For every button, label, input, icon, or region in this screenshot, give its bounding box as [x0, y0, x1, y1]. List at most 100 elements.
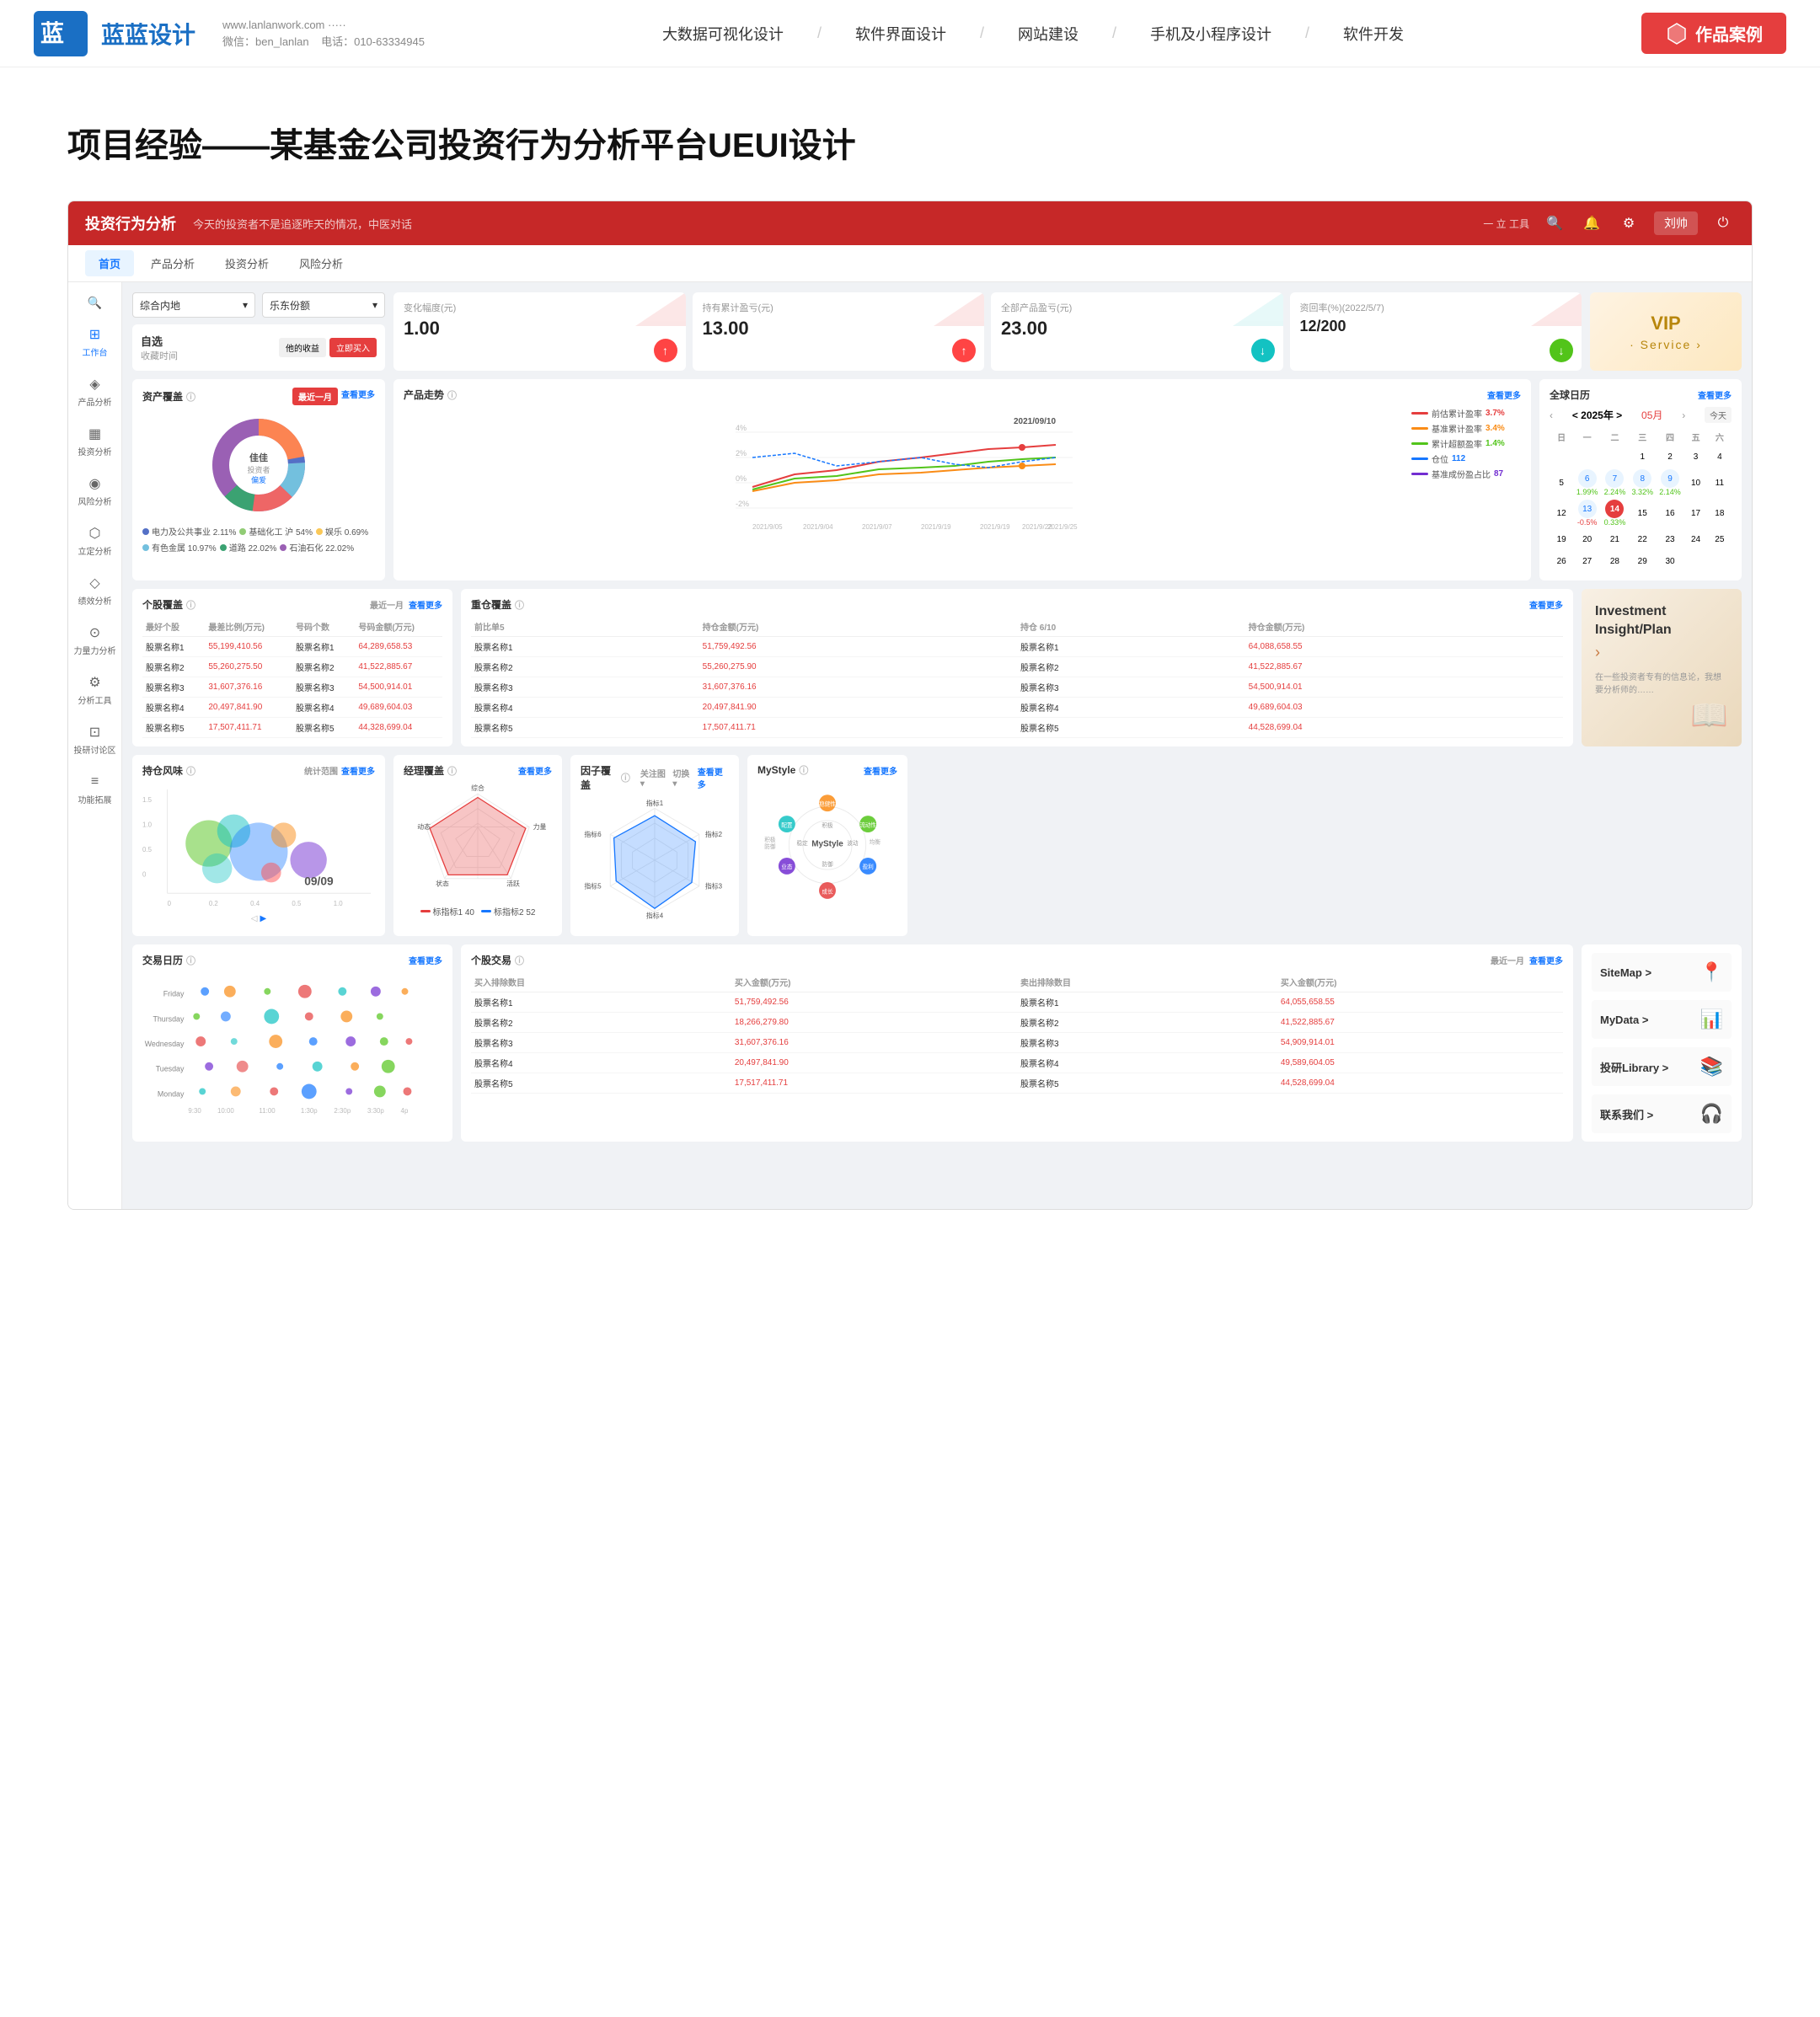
- asset-filter-month[interactable]: 最近一月: [292, 388, 338, 405]
- cal-day[interactable]: 61.99%: [1573, 468, 1601, 498]
- cal-day[interactable]: 25: [1708, 528, 1732, 550]
- cal-day[interactable]: 11: [1708, 468, 1732, 498]
- sidebar-item-invest[interactable]: ▦ 投资分析: [68, 418, 121, 464]
- link-item-0[interactable]: SiteMap > 📍: [1592, 953, 1732, 992]
- nav-item-dev[interactable]: 软件开发: [1343, 23, 1404, 45]
- sidebar-item-forum[interactable]: ⊡ 投研讨论区: [68, 716, 121, 762]
- trades-filter[interactable]: 最近一月: [1491, 954, 1524, 966]
- search-icon[interactable]: 🔍: [1543, 211, 1566, 235]
- trades-row[interactable]: 股票名称517,517,411.71股票名称544,528,699.04: [471, 1073, 1563, 1094]
- individual-row[interactable]: 股票名称255,260,275.50股票名称241,522,885.67: [142, 657, 442, 677]
- individual-more[interactable]: 查看更多: [409, 598, 442, 611]
- cal-day[interactable]: 140.33%: [1601, 498, 1629, 528]
- manager-row[interactable]: 股票名称255,260,275.90股票名称241,522,885.67: [471, 657, 1563, 677]
- cal-day[interactable]: 72.24%: [1601, 468, 1629, 498]
- sidebar-item-tools[interactable]: ⚙ 分析工具: [68, 666, 121, 713]
- scatter-more[interactable]: 查看更多: [409, 954, 442, 966]
- bubble-filter[interactable]: 统计范围: [304, 764, 338, 777]
- cal-day[interactable]: 3: [1684, 446, 1707, 468]
- cal-prev[interactable]: ‹: [1550, 409, 1553, 421]
- cal-day[interactable]: 12: [1550, 498, 1573, 528]
- cal-day[interactable]: 22: [1629, 528, 1657, 550]
- manager-row[interactable]: 股票名称517,507,411.71股票名称544,528,699.04: [471, 718, 1563, 738]
- sidebar-item-risk[interactable]: ◉ 风险分析: [68, 468, 121, 514]
- sidebar-item-workbench[interactable]: ⊞ 工作台: [68, 318, 121, 365]
- bubble-more[interactable]: 查看更多: [341, 764, 375, 777]
- trades-row[interactable]: 股票名称218,266,279.80股票名称241,522,885.67: [471, 1013, 1563, 1033]
- individual-row[interactable]: 股票名称517,507,411.71股票名称544,328,699.04: [142, 718, 442, 738]
- cal-day[interactable]: 30: [1657, 550, 1684, 572]
- cal-day[interactable]: 1: [1629, 446, 1657, 468]
- cal-today-btn[interactable]: 今天: [1705, 407, 1732, 423]
- link-item-2[interactable]: 投研Library > 📚: [1592, 1047, 1732, 1086]
- cal-day[interactable]: 83.32%: [1629, 468, 1657, 498]
- link-item-1[interactable]: MyData > 📊: [1592, 1000, 1732, 1039]
- product-more[interactable]: 查看更多: [1487, 388, 1521, 401]
- sidebar-item-power[interactable]: ⊙ 力量力分析: [68, 617, 121, 663]
- cal-day[interactable]: 21: [1601, 528, 1629, 550]
- manager-row[interactable]: 股票名称420,497,841.90股票名称449,689,604.03: [471, 698, 1563, 718]
- insight-card[interactable]: InvestmentInsight/Plan › 在一些投资者专有的信息论，我想…: [1582, 589, 1742, 746]
- trades-more[interactable]: 查看更多: [1529, 954, 1563, 966]
- trades-row[interactable]: 股票名称331,607,376.16股票名称354,909,914.01: [471, 1033, 1563, 1053]
- sidebar-item-expand[interactable]: ≡ 功能拓展: [68, 766, 121, 812]
- trades-row[interactable]: 股票名称420,497,841.90股票名称449,589,604.05: [471, 1053, 1563, 1073]
- calendar-more[interactable]: 查看更多: [1698, 388, 1732, 401]
- cal-day[interactable]: 15: [1629, 498, 1657, 528]
- radar1-more[interactable]: 查看更多: [518, 764, 552, 777]
- cal-day[interactable]: 20: [1573, 528, 1601, 550]
- manager-row[interactable]: 股票名称151,759,492.56股票名称164,088,658.55: [471, 637, 1563, 657]
- overview-buy-btn[interactable]: 立即买入: [329, 338, 377, 357]
- cal-day[interactable]: 5: [1550, 468, 1573, 498]
- manager-more[interactable]: 查看更多: [1529, 598, 1563, 611]
- cal-day[interactable]: 28: [1601, 550, 1629, 572]
- select-fund[interactable]: 乐东份额 ▾: [262, 292, 385, 318]
- nav-item-bigdata[interactable]: 大数据可视化设计: [662, 23, 784, 45]
- sidebar-search[interactable]: 🔍: [83, 291, 107, 315]
- cal-day[interactable]: 16: [1657, 498, 1684, 528]
- cal-day[interactable]: 18: [1708, 498, 1732, 528]
- cal-day[interactable]: 27: [1573, 550, 1601, 572]
- link-item-3[interactable]: 联系我们 > 🎧: [1592, 1094, 1732, 1133]
- svg-text:指标2: 指标2: [705, 830, 722, 838]
- tab-product[interactable]: 产品分析: [137, 250, 208, 276]
- individual-row[interactable]: 股票名称420,497,841.90股票名称449,689,604.03: [142, 698, 442, 718]
- cal-day[interactable]: 19: [1550, 528, 1573, 550]
- tab-home[interactable]: 首页: [85, 250, 134, 276]
- cal-day[interactable]: 26: [1550, 550, 1573, 572]
- nav-item-web[interactable]: 网站建设: [1018, 23, 1079, 45]
- factor-more[interactable]: 查看更多: [698, 765, 729, 790]
- mystyle-more[interactable]: 查看更多: [864, 764, 897, 777]
- cal-day[interactable]: 29: [1629, 550, 1657, 572]
- nav-item-mobile[interactable]: 手机及小程序设计: [1150, 23, 1271, 45]
- overview-compare-btn[interactable]: 他的收益: [279, 338, 326, 357]
- sidebar-item-liding[interactable]: ⬡ 立定分析: [68, 517, 121, 564]
- cal-day[interactable]: 17: [1684, 498, 1707, 528]
- individual-row[interactable]: 股票名称331,607,376.16股票名称354,500,914.01: [142, 677, 442, 698]
- scatter-calendar-card: 交易日历 ⓘ 查看更多 Friday Thursday Wednesday Tu…: [132, 944, 452, 1142]
- tab-invest[interactable]: 投资分析: [211, 250, 282, 276]
- nav-item-ui[interactable]: 软件界面设计: [855, 23, 946, 45]
- trades-row[interactable]: 股票名称151,759,492.56股票名称164,055,658.55: [471, 992, 1563, 1013]
- cal-day[interactable]: 24: [1684, 528, 1707, 550]
- cal-day[interactable]: 13-0.5%: [1573, 498, 1601, 528]
- user-badge[interactable]: 刘帅: [1654, 211, 1698, 235]
- manager-row[interactable]: 股票名称331,607,376.16股票名称354,500,914.01: [471, 677, 1563, 698]
- cal-day[interactable]: 10: [1684, 468, 1707, 498]
- portfolio-button[interactable]: 作品案例: [1641, 13, 1786, 54]
- sidebar-item-product[interactable]: ◈ 产品分析: [68, 368, 121, 415]
- sidebar-item-perf[interactable]: ◇ 绩效分析: [68, 567, 121, 613]
- settings-icon[interactable]: ⚙: [1617, 211, 1641, 235]
- asset-more[interactable]: 查看更多: [341, 388, 375, 405]
- cal-day[interactable]: 92.14%: [1657, 468, 1684, 498]
- cal-day[interactable]: 23: [1657, 528, 1684, 550]
- individual-row[interactable]: 股票名称155,199,410.56股票名称164,289,658.53: [142, 637, 442, 657]
- cal-next[interactable]: ›: [1682, 409, 1685, 421]
- logout-icon[interactable]: ⏻: [1711, 211, 1735, 235]
- bell-icon[interactable]: 🔔: [1580, 211, 1603, 235]
- vip-card[interactable]: VIP · Service ›: [1590, 292, 1742, 371]
- select-portfolio[interactable]: 综合内地 ▾: [132, 292, 255, 318]
- cal-day[interactable]: 2: [1657, 446, 1684, 468]
- tab-risk[interactable]: 风险分析: [286, 250, 356, 276]
- cal-day[interactable]: 4: [1708, 446, 1732, 468]
